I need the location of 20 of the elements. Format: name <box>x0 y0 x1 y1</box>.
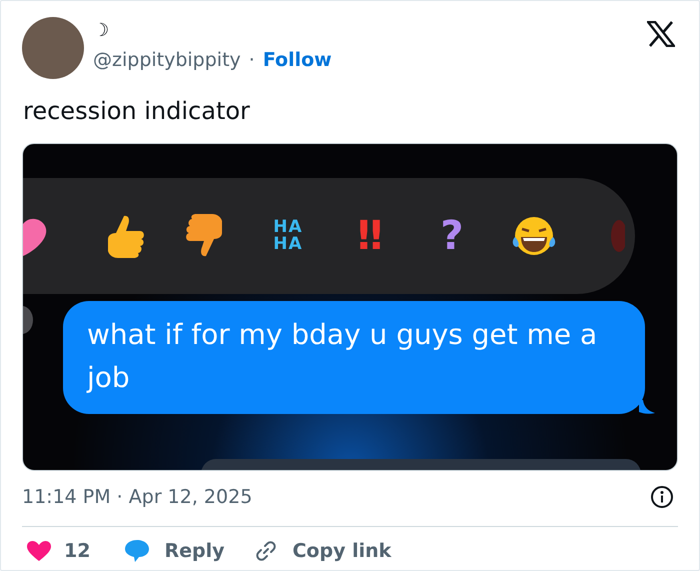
info-icon[interactable] <box>650 485 674 510</box>
separator: · <box>248 48 255 73</box>
message-bubble: what if for my bday u guys get me a job <box>63 301 645 414</box>
like-count[interactable]: 12 <box>64 536 90 565</box>
display-name[interactable]: ☽ <box>93 22 332 40</box>
reply-link[interactable]: Reply <box>164 536 224 565</box>
x-logo-icon[interactable] <box>647 21 675 47</box>
reaction-label[interactable]: ‼ <box>357 206 383 266</box>
reaction-label[interactable]: ? <box>440 206 464 266</box>
tweet-text: recession indicator <box>23 96 251 127</box>
bubble-tail-icon <box>639 400 655 414</box>
speech-bubble-icon[interactable] <box>124 538 150 563</box>
username[interactable]: @zippitybippity <box>93 46 241 74</box>
link-icon[interactable] <box>254 538 278 563</box>
timestamp: 11:14 PM · Apr 12, 2025 <box>22 485 252 510</box>
heart-icon[interactable] <box>26 540 52 562</box>
copy-link[interactable]: Copy link <box>292 536 392 565</box>
follow-link[interactable]: Follow <box>262 46 332 74</box>
reaction-label[interactable]: HA HA <box>266 219 310 253</box>
laughing-face-icon[interactable] <box>511 215 557 257</box>
